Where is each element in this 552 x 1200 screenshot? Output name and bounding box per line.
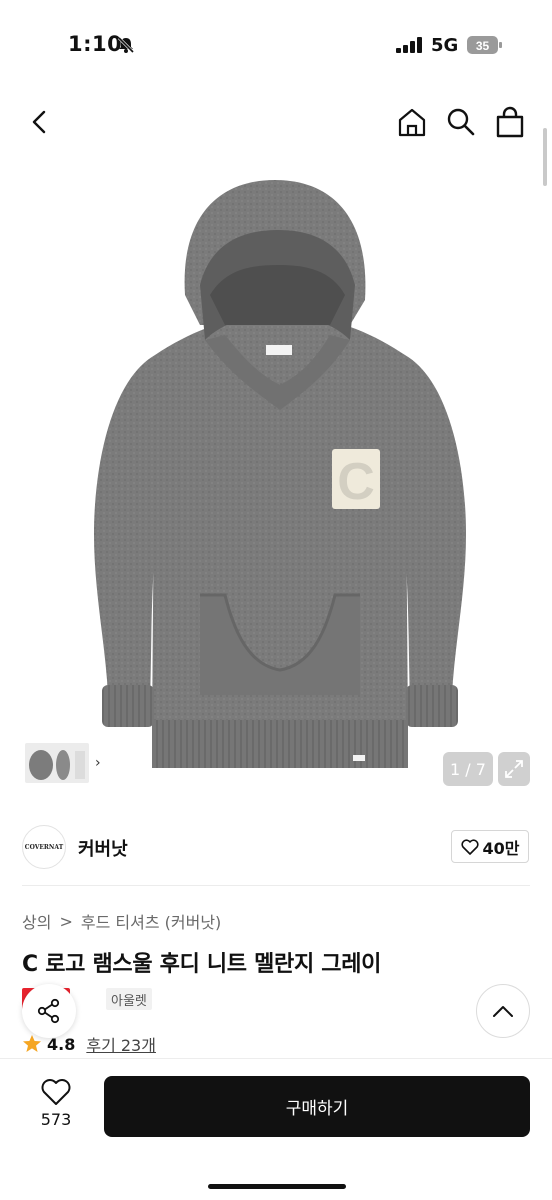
search-button[interactable] xyxy=(443,104,479,140)
breadcrumb-subcategory[interactable]: 후드 티셔츠 (커버낫) xyxy=(81,909,221,933)
thumbnail-strip[interactable]: › xyxy=(22,740,114,786)
heart-icon xyxy=(460,838,479,855)
network-type: 5G xyxy=(431,35,459,56)
brand-logo-text: COVERNAT xyxy=(24,843,64,851)
status-time: 1:10 xyxy=(68,32,123,56)
thumbnail[interactable] xyxy=(25,743,89,783)
chevron-right-icon[interactable]: › xyxy=(95,755,101,771)
breadcrumb-separator: > xyxy=(59,911,73,931)
share-button[interactable] xyxy=(22,984,76,1038)
chevron-up-icon xyxy=(493,1006,513,1017)
expand-icon xyxy=(505,760,523,778)
buy-button[interactable]: 구매하기 xyxy=(104,1076,530,1137)
shopping-bag-icon xyxy=(496,106,524,138)
signal-icon xyxy=(396,37,422,53)
review-link[interactable]: 후기 23개 xyxy=(86,1032,156,1056)
outlet-badge: 아울렛 xyxy=(106,988,152,1010)
battery-icon: 35 xyxy=(467,36,502,54)
heart-icon xyxy=(41,1079,71,1105)
status-bar: 1:10 5G 35 xyxy=(0,0,552,90)
brand-name[interactable]: 커버낫 xyxy=(78,835,128,861)
image-counter: 1 / 7 xyxy=(443,752,493,786)
expand-button[interactable] xyxy=(498,752,530,786)
chevron-left-icon xyxy=(32,110,46,134)
home-indicator[interactable] xyxy=(208,1184,346,1189)
follow-button[interactable]: 40만 xyxy=(451,830,529,863)
cart-button[interactable] xyxy=(492,104,528,140)
breadcrumb-category[interactable]: 상의 xyxy=(22,909,51,933)
product-title: C 로고 램스울 후디 니트 멜란지 그레이 xyxy=(22,952,382,977)
share-icon xyxy=(37,998,60,1024)
scrollbar[interactable] xyxy=(543,128,547,186)
follow-count: 40만 xyxy=(482,838,520,858)
home-icon xyxy=(398,108,426,137)
thumbnail-image xyxy=(29,750,85,780)
brand-logo[interactable]: COVERNAT xyxy=(22,825,66,869)
like-button[interactable]: 573 xyxy=(30,1078,82,1134)
svg-text:C: C xyxy=(337,453,375,511)
star-icon xyxy=(23,1035,41,1052)
back-button[interactable] xyxy=(22,104,58,140)
like-count: 573 xyxy=(40,1110,72,1129)
home-button[interactable] xyxy=(394,104,430,140)
bell-muted-icon xyxy=(117,36,135,54)
product-photo: C xyxy=(93,180,467,768)
search-icon xyxy=(447,108,475,136)
battery-level: 35 xyxy=(476,39,490,53)
breadcrumb: 상의 > 후드 티셔츠 (커버낫) xyxy=(22,909,221,933)
divider xyxy=(22,885,530,886)
scroll-top-button[interactable] xyxy=(476,984,530,1038)
